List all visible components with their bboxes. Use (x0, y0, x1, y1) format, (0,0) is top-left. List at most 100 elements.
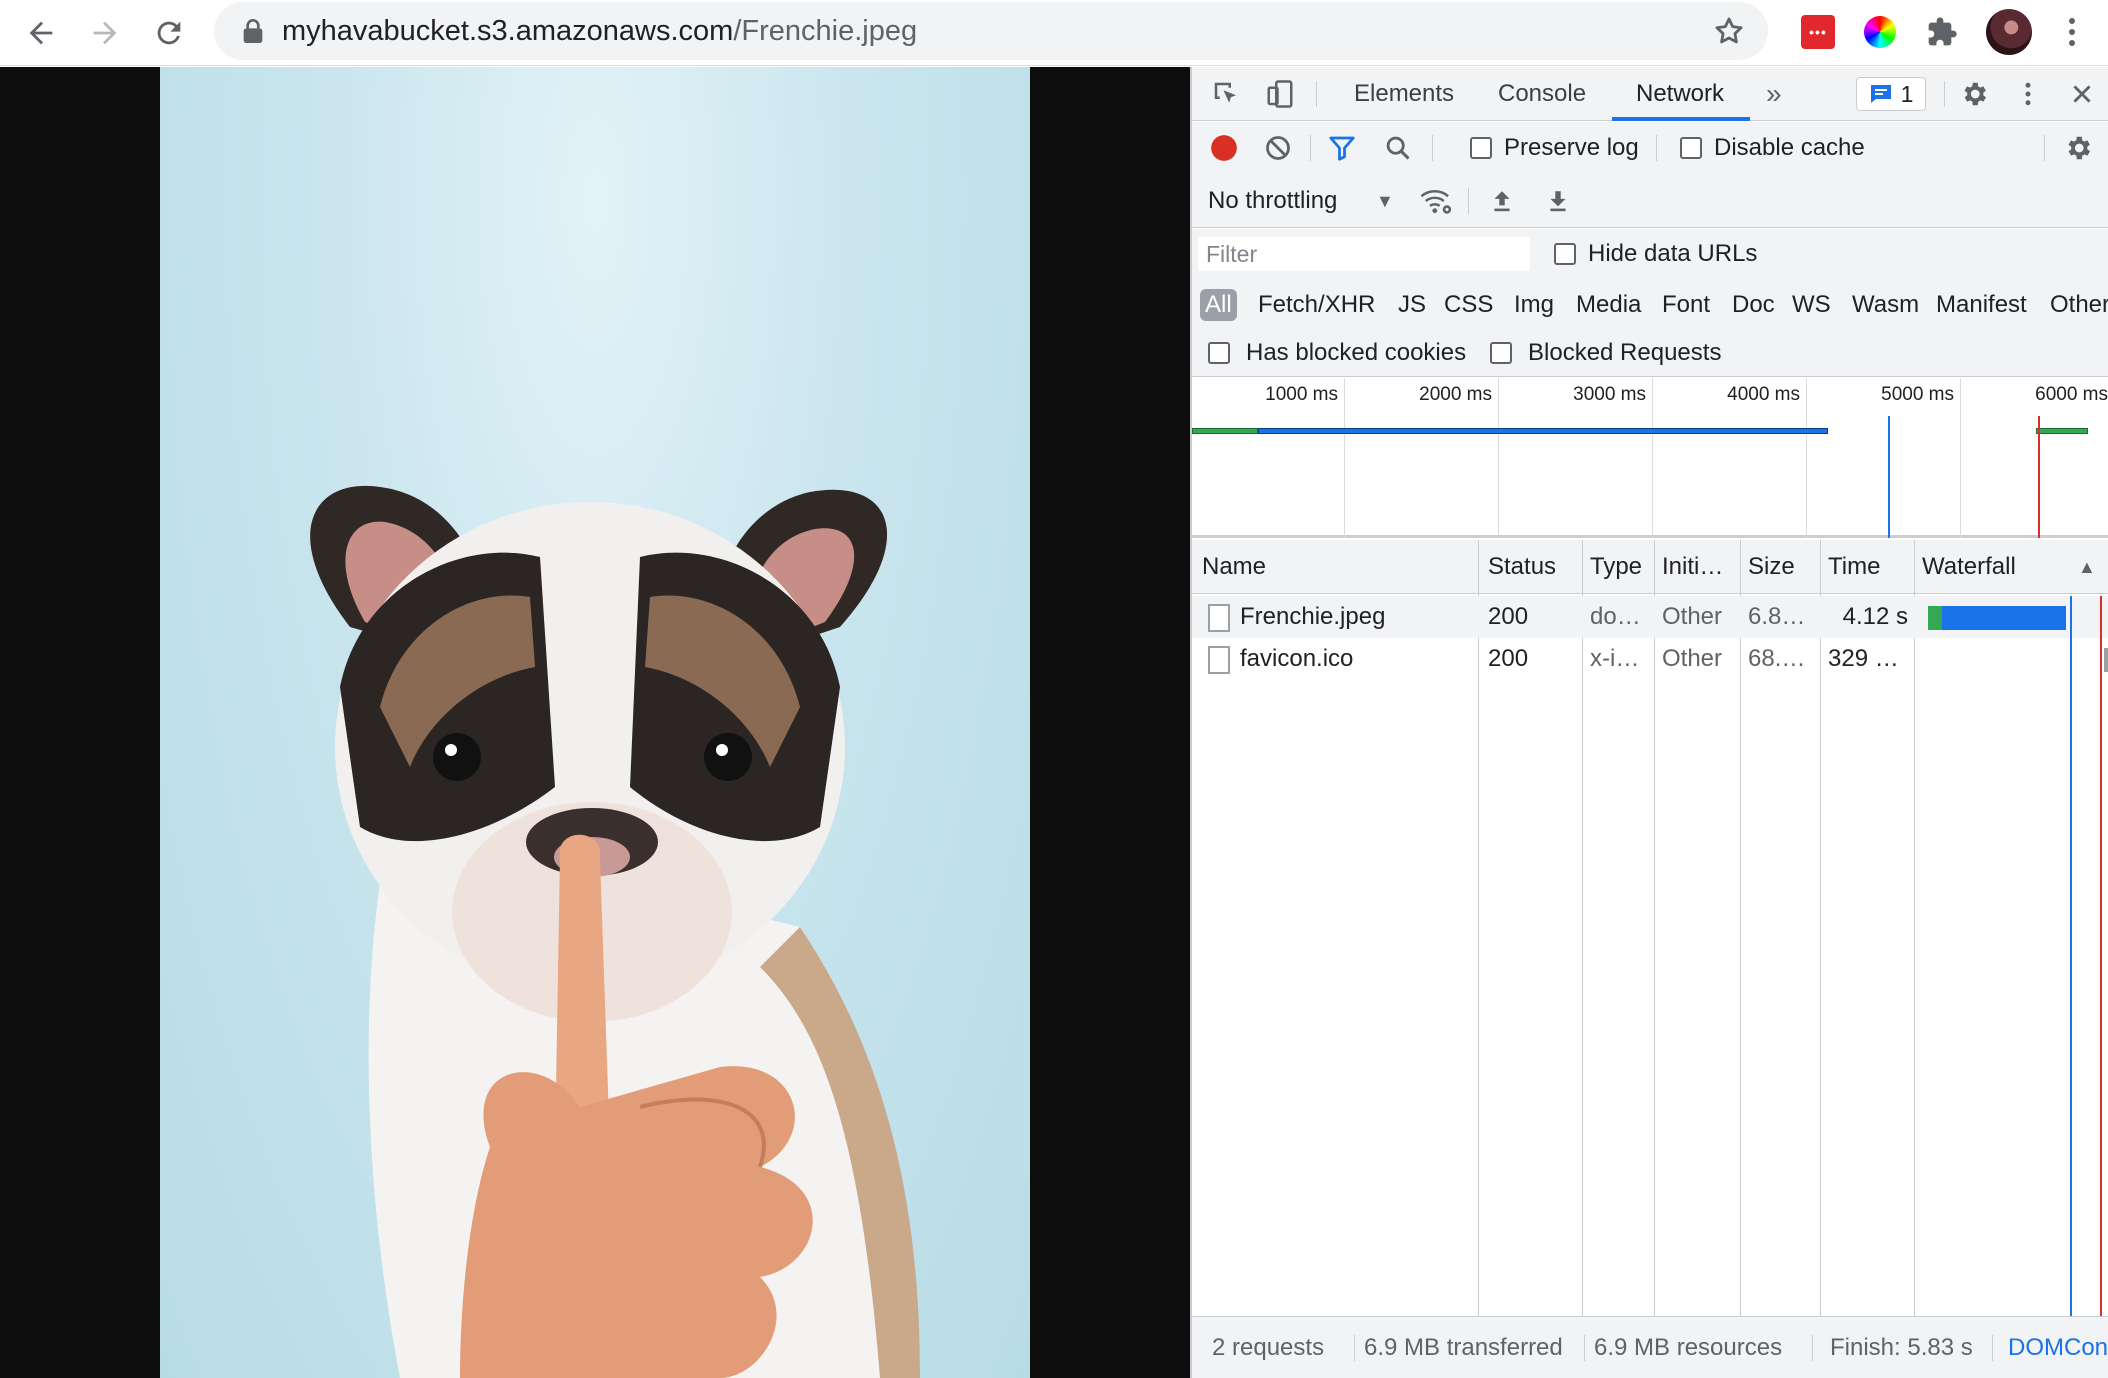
close-devtools-icon[interactable] (2064, 76, 2100, 112)
column-header-time[interactable]: Time (1828, 540, 1912, 594)
type-filter-doc[interactable]: Doc (1732, 289, 1775, 321)
url-host: myhavabucket.s3.amazonaws.com (282, 15, 734, 47)
blocked-requests-checkbox[interactable] (1490, 342, 1512, 364)
request-name: favicon.ico (1240, 645, 1354, 672)
overview-waiting-bar (1192, 428, 1258, 434)
table-header: Name Status Type Initi… Size Time Waterf… (1192, 540, 2108, 594)
resource-type-filters: All Fetch/XHR JS CSS Img Media Font Doc … (1192, 279, 2108, 329)
type-filter-css[interactable]: CSS (1444, 289, 1493, 321)
url-path: /Frenchie.jpeg (733, 15, 918, 47)
summary-finish: Finish: 5.83 s (1830, 1334, 1973, 1361)
avatar[interactable] (1986, 9, 2032, 55)
chevron-down-icon[interactable]: ▼ (1376, 187, 1394, 215)
wifi-settings-icon (1420, 190, 1452, 214)
tab-network[interactable]: Network (1636, 67, 1724, 121)
sort-ascending-icon[interactable]: ▲ (2078, 540, 2102, 594)
inspect-element-icon[interactable] (1208, 76, 1244, 112)
has-blocked-cookies-label: Has blocked cookies (1246, 339, 1467, 366)
type-filter-media[interactable]: Media (1576, 289, 1641, 321)
summary-domcontentloaded: DOMCon (2008, 1334, 2108, 1361)
overview-favicon-bar (2036, 428, 2088, 434)
network-toolbar: Preserve log Disable cache (1192, 122, 2108, 174)
type-filter-img[interactable]: Img (1514, 289, 1554, 321)
overview-tick-label: 2000 ms (1419, 384, 1492, 405)
more-tabs-icon[interactable]: » (1766, 67, 1782, 121)
request-type: x-i… (1590, 645, 1640, 672)
has-blocked-cookies-checkbox[interactable] (1208, 342, 1230, 364)
address-bar[interactable]: myhavabucket.s3.amazonaws.com/Frenchie.j… (214, 2, 1768, 60)
clear-button[interactable] (1260, 130, 1296, 166)
request-status: 200 (1488, 645, 1529, 672)
record-button[interactable] (1206, 130, 1242, 166)
download-icon (1550, 191, 1566, 212)
preserve-log-checkbox[interactable] (1470, 137, 1492, 159)
overview-domcontentloaded-line (1888, 416, 1890, 538)
filter-toggle-button[interactable] (1324, 130, 1360, 166)
back-button[interactable] (14, 6, 68, 60)
column-header-waterfall[interactable]: Waterfall (1922, 540, 2062, 594)
filter-bar: Hide data URLs (1192, 229, 2108, 279)
more-icon[interactable] (2052, 12, 2092, 52)
device-toolbar-icon[interactable] (1262, 76, 1298, 112)
url-text[interactable]: myhavabucket.s3.amazonaws.com/Frenchie.j… (282, 14, 917, 48)
page-viewport (0, 67, 1190, 1378)
overview-tick-label: 3000 ms (1573, 384, 1646, 405)
tab-elements[interactable]: Elements (1354, 67, 1454, 121)
request-status: 200 (1488, 603, 1529, 630)
column-header-size[interactable]: Size (1748, 540, 1822, 594)
type-filter-other[interactable]: Other (2050, 289, 2108, 321)
summary-requests: 2 requests (1212, 1334, 1325, 1361)
filter-input[interactable] (1198, 237, 1530, 271)
type-filter-fetch-xhr[interactable]: Fetch/XHR (1258, 289, 1375, 321)
disable-cache-label: Disable cache (1714, 134, 1865, 161)
disable-cache-checkbox[interactable] (1680, 137, 1702, 159)
issues-button[interactable]: 1 (1856, 77, 1926, 111)
export-har-button[interactable] (1540, 183, 1576, 219)
overview-tick-label: 5000 ms (1881, 384, 1954, 405)
table-row[interactable]: Frenchie.jpeg 200 do… Other 6.8… 4.12 s (1192, 596, 2108, 638)
devtools-menu-icon[interactable] (2010, 76, 2046, 112)
forward-icon (93, 21, 117, 45)
import-har-button[interactable] (1484, 183, 1520, 219)
search-button[interactable] (1380, 130, 1416, 166)
table-row[interactable]: favicon.ico 200 x-i… Other 68.… 329 … (1192, 638, 2108, 680)
tab-console[interactable]: Console (1498, 67, 1586, 121)
network-overview-timeline[interactable]: 1000 ms 2000 ms 3000 ms 4000 ms 5000 ms … (1192, 378, 2108, 538)
forward-button[interactable] (78, 6, 132, 60)
settings-button[interactable] (1956, 76, 1992, 112)
waterfall-favicon-bar (2104, 648, 2108, 672)
type-filter-js[interactable]: JS (1398, 289, 1426, 321)
column-header-type[interactable]: Type (1590, 540, 1656, 594)
preserve-log-label: Preserve log (1504, 134, 1639, 161)
column-header-initiator[interactable]: Initi… (1662, 540, 1744, 594)
throttling-select[interactable]: No throttling (1208, 187, 1337, 215)
type-filter-manifest[interactable]: Manifest (1936, 289, 2027, 321)
column-header-status[interactable]: Status (1488, 540, 1584, 594)
gear-icon (2068, 136, 2090, 160)
devtools-tab-strip: Elements Console Network » 1 (1192, 67, 2108, 121)
color-picker-icon (1864, 16, 1896, 48)
overview-tick-label: 4000 ms (1727, 384, 1800, 405)
reload-button[interactable] (142, 6, 196, 60)
color-picker-button[interactable] (1860, 12, 1900, 52)
star-icon[interactable] (1712, 14, 1746, 48)
issues-count: 1 (1900, 80, 1914, 107)
extension-button[interactable]: ••• (1798, 12, 1838, 52)
hide-data-urls-checkbox[interactable] (1554, 243, 1576, 265)
waterfall-load-line (2100, 596, 2102, 1316)
extensions-menu-button[interactable] (1922, 12, 1962, 52)
document-icon (1208, 646, 1230, 674)
type-filter-all[interactable]: All (1200, 289, 1237, 321)
summary-resources: 6.9 MB resources (1594, 1334, 1783, 1361)
extension-badge: ••• (1809, 24, 1827, 40)
extension-icon: ••• (1801, 15, 1835, 49)
type-filter-ws[interactable]: WS (1792, 289, 1831, 321)
puzzle-icon (1928, 17, 1957, 46)
type-filter-wasm[interactable]: Wasm (1852, 289, 1919, 321)
network-conditions-button[interactable] (1418, 183, 1454, 219)
network-settings-button[interactable] (2060, 130, 2096, 166)
column-header-name[interactable]: Name (1202, 540, 1402, 594)
type-filter-font[interactable]: Font (1662, 289, 1710, 321)
overview-tick-label: 1000 ms (1265, 384, 1338, 405)
waterfall-download-bar (1942, 606, 2066, 630)
